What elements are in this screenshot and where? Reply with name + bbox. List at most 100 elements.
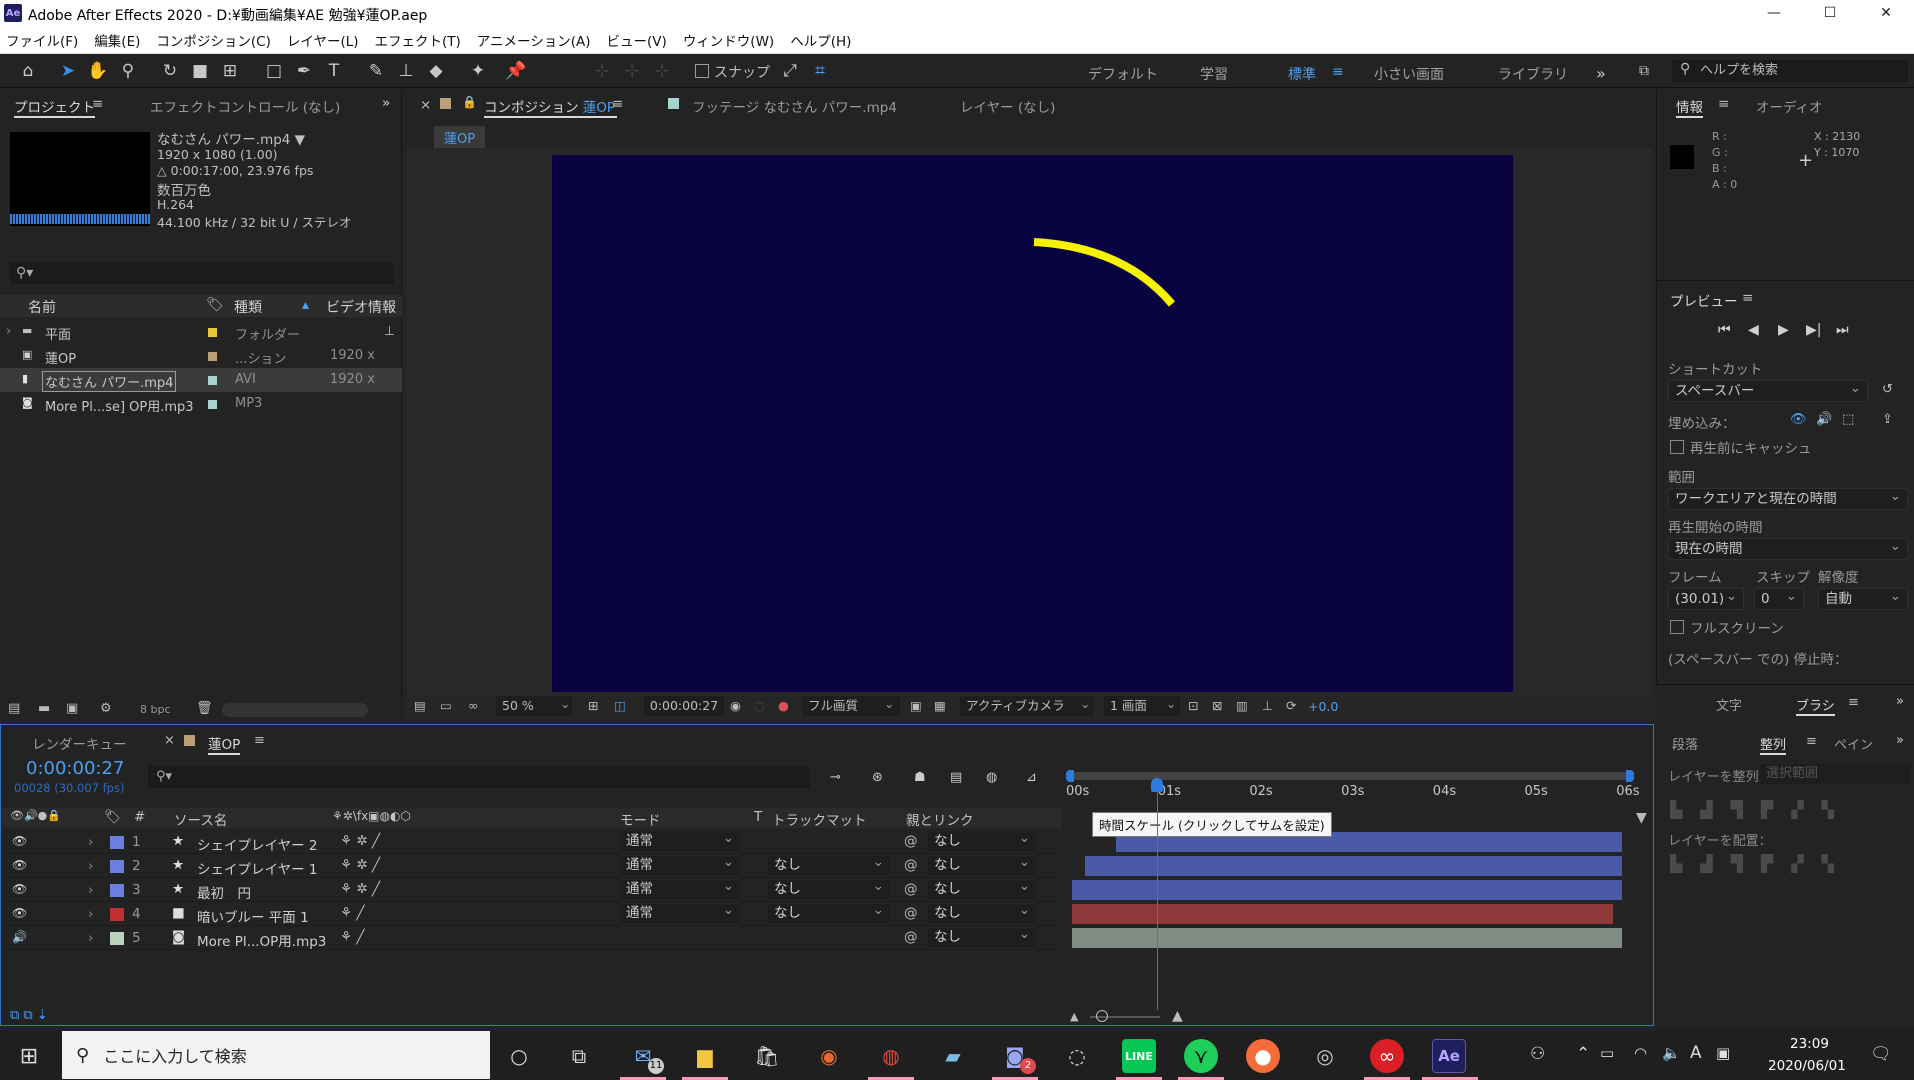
tab-brush[interactable]: ブラシ	[1796, 695, 1835, 716]
timeline-menu-icon[interactable]: ≡	[254, 733, 265, 748]
visibility-eye-icon[interactable]: 👁	[12, 858, 27, 872]
layer-row[interactable]: 👁 › 2 ★ シェイプレイヤー 1 ⚘ ✲ ╱ 通常 なし @ なし	[2, 853, 1062, 878]
parent-select[interactable]: なし	[928, 925, 1036, 947]
switches-icons[interactable]: ⚘ ✲ ╱	[340, 857, 380, 873]
new-folder-icon[interactable]: ▬	[38, 701, 50, 716]
tab-project[interactable]: プロジェクト	[14, 96, 95, 118]
tab-layer[interactable]: レイヤー (なし)	[960, 96, 1055, 116]
first-frame-icon[interactable]: ⏮	[1718, 322, 1731, 338]
play-from-select[interactable]: 現在の時間	[1668, 536, 1908, 560]
delete-icon[interactable]: 🗑	[196, 701, 213, 716]
pan-behind-tool-icon[interactable]: ⊞	[218, 60, 242, 82]
full-screen-checkbox[interactable]	[1670, 620, 1684, 634]
align-buttons-row[interactable]: ▙▟▜▛▞▚	[1670, 800, 1852, 819]
playhead-line[interactable]	[1157, 778, 1159, 1010]
type-tool-icon[interactable]: T	[322, 60, 346, 82]
tab-align[interactable]: 整列	[1760, 734, 1787, 755]
lock-icon[interactable]: 🔒	[462, 95, 477, 109]
align-menu-icon[interactable]: ≡	[1806, 734, 1817, 749]
play-icon[interactable]: ▶	[1778, 322, 1789, 338]
grid-icon[interactable]: ⊞	[588, 698, 598, 713]
mask-visibility-icon[interactable]: ◫	[614, 698, 626, 713]
label-color-swatch[interactable]	[208, 328, 217, 337]
layer-name[interactable]: 暗いブルー 平面 1	[197, 906, 309, 926]
close-button[interactable]: ✕	[1864, 2, 1908, 24]
brush-tool-icon[interactable]: ✎	[364, 60, 388, 82]
close-tab-icon[interactable]: ×	[420, 97, 431, 113]
graph-editor-icon[interactable]: ⊿	[1026, 770, 1037, 785]
preview-title[interactable]: プレビュー	[1670, 290, 1738, 310]
vr-icon[interactable]: ∞	[468, 698, 478, 713]
expand-chevron-icon[interactable]: ›	[6, 324, 11, 339]
project-search-input[interactable]: ⚲▾	[10, 262, 394, 284]
tab-timeline-comp[interactable]: 蓮OP	[208, 733, 241, 755]
align-to-select[interactable]: 選択範囲	[1760, 764, 1910, 784]
task-view-icon[interactable]: ⧉	[562, 1039, 596, 1073]
ime-indicator[interactable]: A	[1690, 1043, 1702, 1063]
video-toggle-icon[interactable]: 👁	[1790, 412, 1807, 427]
menu-help[interactable]: ヘルプ(H)	[790, 30, 851, 50]
layer-duration-bar[interactable]	[1072, 928, 1623, 948]
audio-toggle-icon[interactable]: 🔊	[12, 930, 27, 944]
pen-tool-icon[interactable]: ✒	[292, 60, 316, 82]
layer-label-swatch[interactable]	[110, 860, 124, 873]
track-matte-select[interactable]: なし	[768, 853, 890, 875]
layer-label-swatch[interactable]	[110, 932, 124, 945]
shy-layers-icon[interactable]: ☗	[914, 770, 926, 785]
menu-effect[interactable]: エフェクト(T)	[375, 30, 461, 50]
menu-edit[interactable]: 編集(E)	[94, 30, 140, 50]
visibility-eye-icon[interactable]: 👁	[12, 882, 27, 896]
hand-tool-icon[interactable]: ✋	[86, 60, 110, 82]
home-icon[interactable]: ⌂	[16, 60, 40, 82]
network-icon[interactable]: ◠	[1634, 1044, 1647, 1062]
tab-footage[interactable]: フッテージ なむさん パワー.mp4	[692, 96, 897, 116]
show-hidden-icons[interactable]: ⌃	[1576, 1044, 1590, 1064]
workspace-default[interactable]: デフォルト	[1088, 64, 1158, 84]
timeline-zoom-knob[interactable]	[1096, 1010, 1108, 1022]
music-app-icon[interactable]: ◎	[1308, 1039, 1342, 1073]
clock-date[interactable]: 2020/06/01	[1768, 1058, 1846, 1074]
flowchart-icon[interactable]: ⊥	[1262, 698, 1273, 713]
snap-edge-icon[interactable]: ⤢	[778, 60, 802, 82]
comp-marker-bin-icon[interactable]: ▼	[1636, 810, 1647, 826]
brush-menu-icon[interactable]: ≡	[1848, 695, 1859, 710]
previous-frame-icon[interactable]: ◀	[1748, 322, 1759, 338]
workspace-small-screen[interactable]: 小さい画面	[1374, 64, 1444, 84]
green-app-icon[interactable]: ⋎	[1184, 1039, 1218, 1073]
timeline-icon[interactable]: ▥	[1236, 698, 1248, 713]
creative-cloud-icon[interactable]: ∞	[1370, 1039, 1404, 1073]
interpret-footage-icon[interactable]: ▤	[8, 701, 20, 716]
workspace-standard[interactable]: 標準	[1288, 64, 1316, 84]
project-settings-icon[interactable]: ⚙	[100, 701, 112, 716]
notes-icon[interactable]: ▰	[936, 1039, 970, 1073]
visibility-eye-icon[interactable]: 👁	[12, 834, 27, 848]
column-track-matte[interactable]: トラックマット	[772, 809, 867, 829]
store-icon[interactable]: 🛍	[750, 1039, 784, 1073]
blend-mode-select[interactable]: 通常	[620, 829, 740, 851]
shortcut-select[interactable]: スペースバー	[1668, 378, 1868, 402]
layer-duration-bar[interactable]	[1072, 880, 1623, 900]
external-output-icon[interactable]: ⇪	[1882, 412, 1893, 427]
tab-render-queue[interactable]: レンダーキュー	[32, 733, 127, 753]
volume-icon[interactable]: 🔈	[1662, 1044, 1681, 1062]
panel-overflow-icon[interactable]: »	[1896, 694, 1904, 709]
resolution-select[interactable]: 自動	[1818, 586, 1908, 610]
fast-previews-icon[interactable]: ⊠	[1212, 698, 1222, 713]
last-frame-icon[interactable]: ⏭	[1836, 322, 1849, 338]
work-area-start-handle[interactable]	[1066, 770, 1074, 782]
windows-start-icon[interactable]: ⊞	[12, 1039, 46, 1073]
cortana-icon[interactable]: ○	[502, 1039, 536, 1073]
blend-mode-select[interactable]: 通常	[620, 901, 740, 923]
layer-duration-bar[interactable]	[1084, 856, 1623, 876]
next-frame-icon[interactable]: ▶|	[1806, 322, 1821, 338]
distribute-buttons-row[interactable]: ▙▟▜▛▞▚	[1670, 854, 1852, 873]
origin-icon[interactable]: ●	[1246, 1039, 1280, 1073]
workspace-learn[interactable]: 学習	[1200, 64, 1228, 84]
project-item-video[interactable]: ▮ なむさん パワー.mp4 AVI 1920 x	[0, 368, 402, 392]
clone-stamp-tool-icon[interactable]: ⊥	[394, 60, 418, 82]
column-type[interactable]: 種類	[234, 297, 262, 317]
work-area-end-handle[interactable]	[1626, 770, 1634, 782]
after-effects-taskbar-icon[interactable]: Ae	[1432, 1039, 1466, 1073]
viewer-menu-icon[interactable]: ≡	[612, 96, 623, 112]
snap-checkbox[interactable]	[695, 64, 709, 78]
